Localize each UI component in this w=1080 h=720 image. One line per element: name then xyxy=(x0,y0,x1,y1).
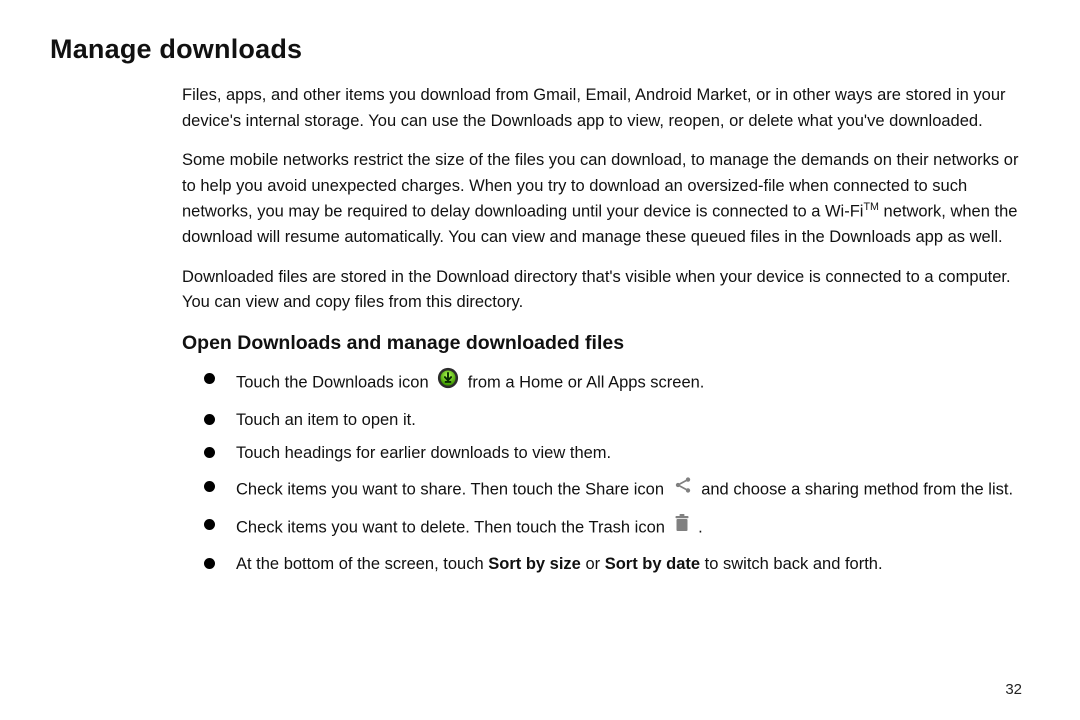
bullet6-bold-2: Sort by date xyxy=(605,555,700,573)
document-page: Manage downloads Files, apps, and other … xyxy=(0,0,1080,720)
intro-paragraph-1: Files, apps, and other items you downloa… xyxy=(182,83,1022,134)
intro-paragraph-2: Some mobile networks restrict the size o… xyxy=(182,148,1022,251)
bullet5-text-a: Check items you want to delete. Then tou… xyxy=(236,519,670,537)
bullet6-text-mid: or xyxy=(581,555,605,573)
page-title: Manage downloads xyxy=(50,34,1030,65)
bullet3-text: Touch headings for earlier downloads to … xyxy=(236,444,611,462)
page-number: 32 xyxy=(1005,681,1022,698)
list-item: Touch headings for earlier downloads to … xyxy=(204,441,1022,467)
bullet1-text-b: from a Home or All Apps screen. xyxy=(468,374,705,392)
bullet4-text-a: Check items you want to share. Then touc… xyxy=(236,480,669,498)
section-heading: Open Downloads and manage downloaded fil… xyxy=(182,332,1022,355)
bullet5-text-b: . xyxy=(698,519,703,537)
downloads-icon xyxy=(437,367,459,398)
list-item: Touch an item to open it. xyxy=(204,408,1022,434)
instruction-list: Touch the Downloads icon xyxy=(182,367,1022,577)
tm-superscript: TM xyxy=(863,201,878,213)
trash-icon xyxy=(674,513,690,542)
bullet1-text-a: Touch the Downloads icon xyxy=(236,374,433,392)
list-item: At the bottom of the screen, touch Sort … xyxy=(204,552,1022,578)
share-icon xyxy=(673,475,693,504)
list-item: Check items you want to share. Then touc… xyxy=(204,475,1022,506)
intro-paragraph-3: Downloaded files are stored in the Downl… xyxy=(182,265,1022,316)
list-item: Check items you want to delete. Then tou… xyxy=(204,513,1022,544)
bullet6-text-b: to switch back and forth. xyxy=(700,555,883,573)
list-item: Touch the Downloads icon xyxy=(204,367,1022,400)
bullet4-text-b: and choose a sharing method from the lis… xyxy=(701,480,1013,498)
bullet2-text: Touch an item to open it. xyxy=(236,411,416,429)
bullet6-text-a: At the bottom of the screen, touch xyxy=(236,555,488,573)
bullet6-bold-1: Sort by size xyxy=(488,555,581,573)
body-content: Files, apps, and other items you downloa… xyxy=(182,83,1022,577)
